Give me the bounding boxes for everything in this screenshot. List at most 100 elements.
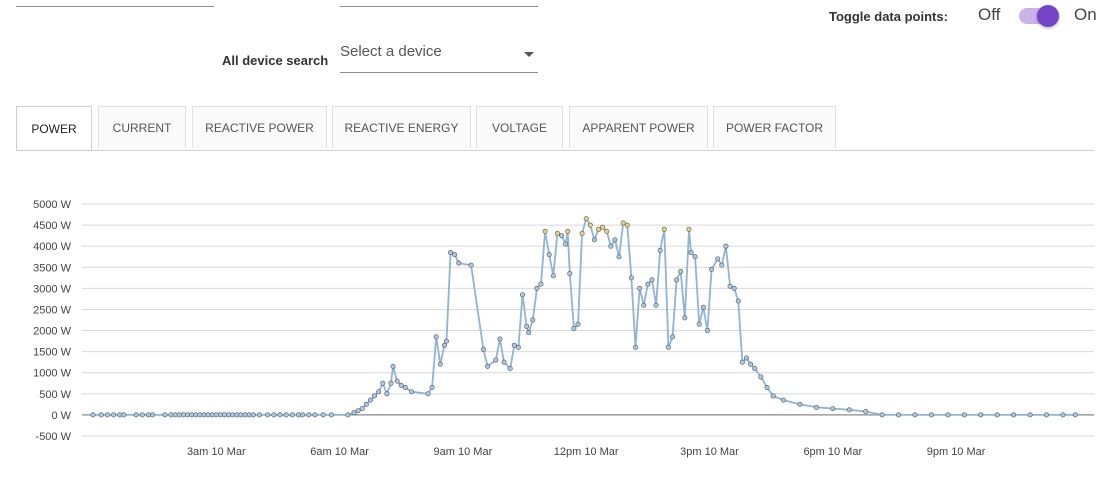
power-data-point — [731, 285, 737, 291]
power-data-point — [380, 380, 386, 386]
power-data-point — [222, 412, 228, 418]
power-data-point — [624, 222, 630, 228]
power-data-point — [189, 412, 195, 418]
power-data-point — [530, 317, 536, 323]
y-tick-label: 5000 W — [33, 199, 72, 211]
power-data-point — [1060, 412, 1066, 418]
power-data-point — [571, 325, 577, 331]
power-data-point — [692, 254, 698, 260]
power-data-point — [758, 374, 764, 380]
y-tick-label: 4500 W — [33, 220, 72, 232]
power-data-point — [98, 412, 104, 418]
power-data-point — [604, 228, 610, 234]
power-data-point — [670, 334, 676, 340]
chevron-down-icon[interactable] — [524, 52, 534, 57]
power-data-point — [193, 412, 199, 418]
tab-current[interactable]: CURRENT — [98, 106, 186, 148]
power-data-point — [90, 412, 96, 418]
power-data-point — [185, 412, 191, 418]
tab-power[interactable]: POWER — [16, 106, 92, 150]
power-data-point — [452, 252, 458, 258]
power-data-point — [201, 412, 207, 418]
power-data-point — [637, 285, 643, 291]
power-data-point — [770, 393, 776, 399]
power-data-point — [209, 412, 215, 418]
power-data-point — [180, 412, 186, 418]
power-data-point — [600, 224, 606, 230]
power-data-point — [234, 412, 240, 418]
tab-power-factor[interactable]: POWER FACTOR — [713, 106, 836, 148]
power-data-point — [468, 262, 474, 268]
y-tick-label: 1000 W — [33, 368, 72, 380]
power-data-point — [497, 336, 503, 342]
power-data-point — [104, 412, 110, 418]
power-data-point — [567, 271, 573, 277]
power-data-point — [686, 226, 692, 232]
device-select[interactable]: Select a device — [340, 36, 538, 73]
y-tick-label: -500 W — [36, 431, 72, 443]
power-data-point — [295, 412, 301, 418]
power-data-point — [896, 412, 902, 418]
power-data-point — [863, 409, 869, 415]
power-data-point — [641, 302, 647, 308]
tab-reactive-power[interactable]: REACTIVE POWER — [192, 106, 327, 148]
power-data-point — [230, 412, 236, 418]
power-data-point — [312, 412, 318, 418]
power-data-point — [384, 391, 390, 397]
y-tick-label: 0 W — [51, 410, 71, 422]
power-data-point — [780, 397, 786, 403]
toggle-off-label: Off — [978, 5, 1001, 24]
power-data-point — [704, 328, 710, 334]
power-data-point — [674, 277, 680, 283]
power-data-point — [409, 389, 415, 395]
power-data-point — [743, 355, 749, 361]
power-data-point — [111, 412, 117, 418]
power-data-point — [519, 292, 525, 298]
power-data-point — [242, 412, 248, 418]
tab-voltage[interactable]: VOLTAGE — [476, 106, 563, 148]
power-data-point — [345, 412, 351, 418]
power-data-point — [277, 412, 283, 418]
power-data-point — [583, 216, 589, 222]
measurement-tabs: POWER CURRENT REACTIVE POWER REACTIVE EN… — [16, 106, 1094, 151]
power-data-point — [700, 304, 706, 310]
power-data-point — [591, 237, 597, 243]
y-tick-label: 4000 W — [33, 241, 72, 253]
tab-apparent-power[interactable]: APPARENT POWER — [569, 106, 708, 148]
power-data-point — [928, 412, 934, 418]
power-data-point — [256, 412, 262, 418]
device-search-label: All device search — [222, 53, 329, 68]
power-data-point — [1027, 412, 1033, 418]
power-data-point — [388, 380, 394, 386]
power-data-point — [351, 410, 357, 416]
toggle-knob[interactable] — [1037, 5, 1059, 27]
power-data-point — [390, 363, 396, 369]
x-tick-label: 6pm 10 Mar — [803, 446, 862, 458]
power-data-point — [735, 298, 741, 304]
power-data-point — [433, 334, 439, 340]
power-data-point — [830, 406, 836, 412]
power-data-point — [283, 412, 289, 418]
y-tick-label: 500 W — [39, 389, 71, 401]
power-data-point — [205, 412, 211, 418]
data-points-toggle-switch[interactable] — [1019, 5, 1059, 27]
tab-reactive-energy[interactable]: REACTIVE ENERGY — [332, 106, 471, 148]
power-data-point — [846, 407, 852, 413]
power-data-point — [271, 412, 277, 418]
toggle-data-points-label: Toggle data points: — [829, 9, 948, 24]
x-tick-label: 9am 10 Mar — [434, 446, 493, 458]
power-data-point — [912, 412, 918, 418]
power-data-point — [813, 404, 819, 410]
power-data-point — [546, 252, 552, 258]
power-data-point — [575, 321, 581, 327]
x-tick-label: 3pm 10 Mar — [680, 446, 739, 458]
x-tick-label: 9pm 10 Mar — [927, 446, 986, 458]
power-data-point — [563, 241, 569, 247]
power-data-point — [653, 302, 659, 308]
power-data-point — [355, 408, 361, 414]
power-data-point — [168, 412, 174, 418]
power-data-point — [402, 384, 408, 390]
power-data-point — [162, 412, 168, 418]
y-tick-label: 3500 W — [33, 262, 72, 274]
power-data-point — [612, 237, 618, 243]
